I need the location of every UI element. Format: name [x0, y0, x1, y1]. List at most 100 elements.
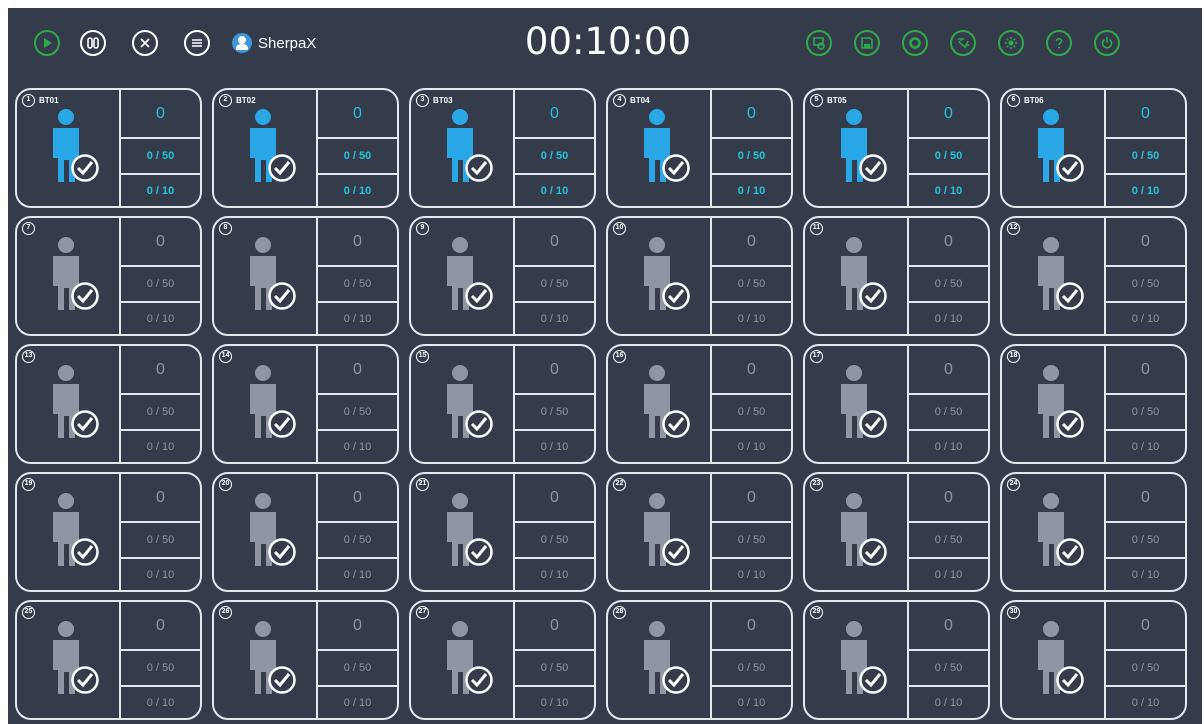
slot-number-badge: 16 [613, 350, 626, 363]
device-slot-27[interactable]: 27 0 0 / 50 0 / 10 [409, 600, 596, 720]
device-slot-20[interactable]: 20 0 0 / 50 0 / 10 [212, 472, 399, 592]
play-icon[interactable] [34, 30, 60, 56]
device-slot-9[interactable]: 9 0 0 / 50 0 / 10 [409, 216, 596, 336]
device-slot-1[interactable]: 1 BT01 0 0 / 50 0 / 10 [15, 88, 202, 208]
slot-progress-a: 0 / 50 [515, 137, 594, 173]
person-check-icon [447, 237, 493, 310]
device-slot-7[interactable]: 7 0 0 / 50 0 / 10 [15, 216, 202, 336]
slot-left-panel: 15 [411, 346, 515, 462]
device-slot-14[interactable]: 14 0 0 / 50 0 / 10 [212, 344, 399, 464]
language-icon[interactable] [950, 30, 976, 56]
slot-number-badge: 5 [810, 94, 823, 107]
slot-progress-b: 0 / 10 [318, 685, 397, 718]
device-slot-6[interactable]: 6 BT06 0 0 / 50 0 / 10 [1000, 88, 1187, 208]
slot-progress-a: 0 / 50 [712, 137, 791, 173]
slot-device-name: BT02 [236, 96, 256, 105]
slot-number-badge: 15 [416, 350, 429, 363]
pause-icon[interactable] [80, 30, 106, 56]
slot-stats: 0 0 / 50 0 / 10 [712, 474, 791, 590]
device-slot-21[interactable]: 21 0 0 / 50 0 / 10 [409, 472, 596, 592]
device-slot-26[interactable]: 26 0 0 / 50 0 / 10 [212, 600, 399, 720]
save-icon[interactable] [854, 30, 880, 56]
slot-left-panel: 21 [411, 474, 515, 590]
device-slot-24[interactable]: 24 0 0 / 50 0 / 10 [1000, 472, 1187, 592]
slot-progress-b: 0 / 10 [712, 429, 791, 462]
slot-progress-a: 0 / 50 [121, 137, 200, 173]
slot-left-panel: 8 [214, 218, 318, 334]
slot-left-panel: 13 [17, 346, 121, 462]
slot-progress-b: 0 / 10 [909, 301, 988, 334]
device-slot-5[interactable]: 5 BT05 0 0 / 50 0 / 10 [803, 88, 990, 208]
slot-progress-b: 0 / 10 [121, 301, 200, 334]
device-slot-3[interactable]: 3 BT03 0 0 / 50 0 / 10 [409, 88, 596, 208]
slot-number-badge: 17 [810, 350, 823, 363]
slot-stats: 0 0 / 50 0 / 10 [515, 218, 594, 334]
help-icon[interactable] [1046, 30, 1072, 56]
person-check-icon [447, 109, 493, 182]
person-check-icon [644, 237, 690, 310]
slot-number-badge: 10 [613, 222, 626, 235]
person-check-icon [250, 621, 296, 694]
slot-number-badge: 23 [810, 478, 823, 491]
device-slot-10[interactable]: 10 0 0 / 50 0 / 10 [606, 216, 793, 336]
slot-progress-b: 0 / 10 [1106, 429, 1185, 462]
person-check-icon [1038, 237, 1084, 310]
device-slot-4[interactable]: 4 BT04 0 0 / 50 0 / 10 [606, 88, 793, 208]
slot-stats: 0 0 / 50 0 / 10 [1106, 90, 1185, 206]
device-slot-18[interactable]: 18 0 0 / 50 0 / 10 [1000, 344, 1187, 464]
slot-left-panel: 20 [214, 474, 318, 590]
slot-progress-b: 0 / 10 [1106, 557, 1185, 590]
device-slot-22[interactable]: 22 0 0 / 50 0 / 10 [606, 472, 793, 592]
device-slot-15[interactable]: 15 0 0 / 50 0 / 10 [409, 344, 596, 464]
slot-left-panel: 9 [411, 218, 515, 334]
slot-progress-a: 0 / 50 [515, 649, 594, 685]
device-slot-28[interactable]: 28 0 0 / 50 0 / 10 [606, 600, 793, 720]
slot-progress-a: 0 / 50 [318, 521, 397, 557]
device-slot-23[interactable]: 23 0 0 / 50 0 / 10 [803, 472, 990, 592]
settings-icon[interactable] [998, 30, 1024, 56]
device-slot-13[interactable]: 13 0 0 / 50 0 / 10 [15, 344, 202, 464]
slot-left-panel: 19 [17, 474, 121, 590]
device-slot-8[interactable]: 8 0 0 / 50 0 / 10 [212, 216, 399, 336]
slot-progress-b: 0 / 10 [121, 557, 200, 590]
person-check-icon [1038, 109, 1084, 182]
slot-stats: 0 0 / 50 0 / 10 [121, 90, 200, 206]
slot-count: 0 [353, 104, 362, 122]
slot-progress-b: 0 / 10 [318, 429, 397, 462]
brand: SherpaX [232, 32, 316, 54]
power-icon[interactable] [1094, 30, 1120, 56]
slot-left-panel: 10 [608, 218, 712, 334]
person-check-icon [250, 365, 296, 438]
slot-stats: 0 0 / 50 0 / 10 [318, 602, 397, 718]
slot-progress-b: 0 / 10 [318, 173, 397, 206]
slot-progress-a: 0 / 50 [909, 393, 988, 429]
slot-progress-a: 0 / 50 [121, 265, 200, 301]
device-slot-2[interactable]: 2 BT02 0 0 / 50 0 / 10 [212, 88, 399, 208]
close-icon[interactable] [132, 30, 158, 56]
device-slot-16[interactable]: 16 0 0 / 50 0 / 10 [606, 344, 793, 464]
device-slot-29[interactable]: 29 0 0 / 50 0 / 10 [803, 600, 990, 720]
menu-icon[interactable] [184, 30, 210, 56]
refresh-icon[interactable] [902, 30, 928, 56]
device-slot-17[interactable]: 17 0 0 / 50 0 / 10 [803, 344, 990, 464]
slot-count: 0 [353, 488, 362, 506]
slot-progress-a: 0 / 50 [712, 649, 791, 685]
person-check-icon [644, 493, 690, 566]
device-slot-25[interactable]: 25 0 0 / 50 0 / 10 [15, 600, 202, 720]
device-slot-grid: 1 BT01 0 0 / 50 0 / 10 2 BT02 0 0 / 50 0… [15, 88, 1187, 720]
device-slot-19[interactable]: 19 0 0 / 50 0 / 10 [15, 472, 202, 592]
device-slot-30[interactable]: 30 0 0 / 50 0 / 10 [1000, 600, 1187, 720]
slot-number-badge: 30 [1007, 606, 1020, 619]
device-slot-12[interactable]: 12 0 0 / 50 0 / 10 [1000, 216, 1187, 336]
person-check-icon [447, 621, 493, 694]
slot-progress-a: 0 / 50 [909, 137, 988, 173]
slot-progress-a: 0 / 50 [318, 393, 397, 429]
device-icon[interactable] [806, 30, 832, 56]
slot-progress-b: 0 / 10 [909, 685, 988, 718]
slot-count: 0 [156, 488, 165, 506]
slot-left-panel: 18 [1002, 346, 1106, 462]
device-slot-11[interactable]: 11 0 0 / 50 0 / 10 [803, 216, 990, 336]
slot-count: 0 [156, 232, 165, 250]
slot-count: 0 [353, 232, 362, 250]
slot-count: 0 [944, 488, 953, 506]
